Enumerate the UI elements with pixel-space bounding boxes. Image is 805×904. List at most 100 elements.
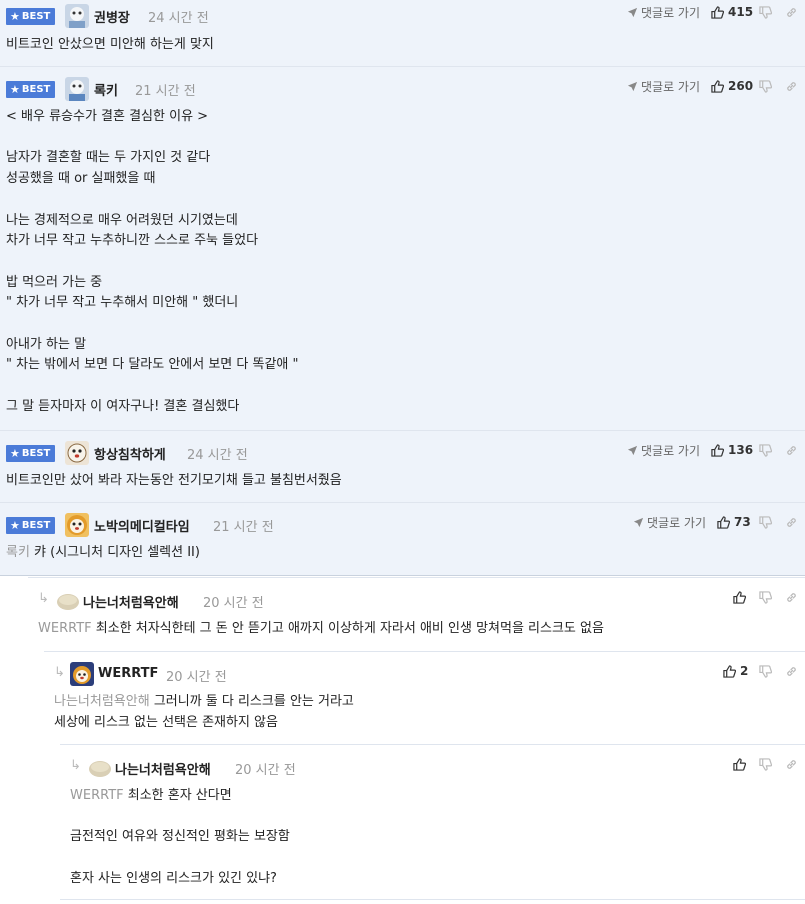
permalink-button[interactable]	[785, 758, 798, 771]
comment-body: 비트코인 안샀으면 미안해 하는게 맞지	[6, 37, 214, 52]
permalink-button[interactable]	[785, 444, 798, 457]
like-count: 2	[740, 664, 749, 678]
comment-author[interactable]: 노박의메디컬타임	[94, 516, 190, 535]
permalink-button[interactable]	[785, 591, 798, 604]
comment-time: 21 시간 전	[213, 520, 274, 535]
thumbs-down-icon	[759, 516, 772, 529]
best-badge: ★ BEST	[6, 445, 56, 462]
comment-time: 20 시간 전	[203, 596, 264, 611]
like-button[interactable]: 260	[711, 79, 753, 93]
reply-1: ↳ 나는너처럼욕안해 20 시간 전 WERRTF 최소한 처자식한테 그 돈 …	[28, 578, 805, 650]
avatar[interactable]	[88, 758, 112, 778]
reply-target[interactable]: 록키	[6, 545, 30, 560]
thumbs-down-icon	[759, 80, 772, 93]
dislike-button[interactable]	[759, 80, 772, 93]
comment-time: 20 시간 전	[166, 670, 227, 685]
star-icon: ★	[10, 83, 20, 96]
thumbs-up-icon	[711, 5, 724, 19]
comment-time: 24 시간 전	[148, 11, 209, 26]
thumbs-up-icon	[711, 79, 724, 93]
dislike-button[interactable]	[759, 516, 772, 529]
comment-best-4: ★ BEST 노박의메디컬타임 21 시간 전 댓글로 가기 73 록키 캬 (시…	[0, 503, 805, 575]
like-button[interactable]: 415	[711, 5, 753, 19]
goto-reply-link[interactable]: 댓글로 가기	[627, 4, 700, 21]
dislike-button[interactable]	[759, 591, 772, 604]
like-count: 73	[734, 515, 751, 529]
dislike-button[interactable]	[759, 6, 772, 19]
navigate-arrow-icon	[627, 7, 638, 18]
comment-author[interactable]: WERRTF	[98, 666, 158, 681]
comment-body: 나는너처럼욕안해 그러니까 둘 다 리스크를 안는 거라고 세상에 리스크 없는…	[54, 694, 354, 730]
link-icon	[787, 593, 796, 602]
avatar[interactable]	[65, 441, 89, 465]
reply-arrow-icon: ↳	[70, 758, 81, 773]
best-badge: ★ BEST	[6, 517, 56, 534]
like-button[interactable]: 136	[711, 443, 753, 457]
thumbs-up-icon	[733, 591, 746, 604]
navigate-arrow-icon	[627, 81, 638, 92]
avatar[interactable]	[65, 4, 89, 28]
goto-reply-link[interactable]: 댓글로 가기	[627, 78, 700, 95]
like-button[interactable]: 2	[723, 664, 748, 678]
comment-time: 24 시간 전	[187, 448, 248, 463]
navigate-arrow-icon	[627, 445, 638, 456]
thumbs-down-icon	[759, 665, 772, 678]
dislike-button[interactable]	[759, 665, 772, 678]
avatar[interactable]	[70, 662, 94, 686]
comment-author[interactable]: 권병장	[94, 7, 130, 26]
thumbs-down-icon	[759, 444, 772, 457]
star-icon: ★	[10, 10, 20, 23]
comment-body: < 배우 류승수가 결혼 결심한 이유 > 남자가 결혼할 때는 두 가지인 것…	[6, 109, 299, 414]
comment-body: WERRTF 최소한 처자식한테 그 돈 안 뜯기고 애까지 이상하게 자라서 …	[38, 621, 604, 636]
goto-reply-link[interactable]: 댓글로 가기	[627, 442, 700, 459]
avatar[interactable]	[65, 77, 89, 101]
navigate-arrow-icon	[633, 517, 644, 528]
comment-author[interactable]: 나는너처럼욕안해	[115, 759, 211, 778]
avatar[interactable]	[56, 591, 80, 611]
best-badge: ★ BEST	[6, 81, 56, 98]
goto-reply-link[interactable]: 댓글로 가기	[633, 514, 706, 531]
dislike-button[interactable]	[759, 758, 772, 771]
like-button[interactable]: 73	[717, 515, 751, 529]
comment-author[interactable]: 항상침착하게	[94, 444, 166, 463]
thumbs-down-icon	[759, 591, 772, 604]
link-icon	[787, 446, 796, 455]
comment-body: 록키 캬 (시그니처 디자인 셀렉션 II)	[6, 545, 200, 560]
reply-target[interactable]: 나는너처럼욕안해	[54, 694, 150, 709]
comment-author[interactable]: 나는너처럼욕안해	[83, 592, 179, 611]
permalink-button[interactable]	[785, 6, 798, 19]
star-icon: ★	[10, 447, 20, 460]
like-count: 415	[728, 5, 754, 19]
reply-target[interactable]: WERRTF	[38, 621, 92, 636]
dislike-button[interactable]	[759, 444, 772, 457]
star-icon: ★	[10, 519, 20, 532]
best-badge: ★ BEST	[6, 8, 56, 25]
reply-target[interactable]: WERRTF	[70, 788, 124, 803]
like-button[interactable]	[733, 758, 746, 771]
like-count: 136	[728, 443, 754, 457]
comment-author[interactable]: 록키	[94, 80, 118, 99]
permalink-button[interactable]	[785, 516, 798, 529]
thumbs-up-icon	[723, 664, 736, 678]
avatar[interactable]	[65, 513, 89, 537]
link-icon	[787, 82, 796, 91]
reply-2: ↳ WERRTF 20 시간 전 2 나는너처럼욕안해 그러니까 둘 다 리스크…	[44, 652, 805, 744]
reply-arrow-icon: ↳	[54, 665, 65, 680]
permalink-button[interactable]	[785, 80, 798, 93]
permalink-button[interactable]	[785, 665, 798, 678]
comment-body: WERRTF 최소한 혼자 산다면 금전적인 여유와 정신적인 평화는 보장함 …	[70, 788, 290, 886]
thumbs-down-icon	[759, 758, 772, 771]
comment-body: 비트코인만 샀어 봐라 자는동안 전기모기채 들고 불침번서줬음	[6, 473, 342, 488]
link-icon	[787, 667, 796, 676]
comment-best-1: ★ BEST 권병장 24 시간 전 댓글로 가기 415 비트코인 안샀으면 미…	[0, 0, 805, 66]
reply-3: ↳ 나는너처럼욕안해 20 시간 전 WERRTF 최소한 혼자 산다면 금전적…	[60, 745, 805, 904]
thumbs-down-icon	[759, 6, 772, 19]
thumbs-up-icon	[733, 758, 746, 771]
like-button[interactable]	[733, 591, 746, 604]
like-count: 260	[728, 79, 754, 93]
thumbs-up-icon	[711, 443, 724, 457]
comment-best-2: ★ BEST 록키 21 시간 전 댓글로 가기 260 < 배우 류승수가 결혼…	[0, 67, 805, 430]
comment-best-3: ★ BEST 항상침착하게 24 시간 전 댓글로 가기 136 비트코인만 샀어…	[0, 431, 805, 502]
comment-time: 21 시간 전	[135, 84, 196, 99]
reply-arrow-icon: ↳	[38, 591, 49, 606]
